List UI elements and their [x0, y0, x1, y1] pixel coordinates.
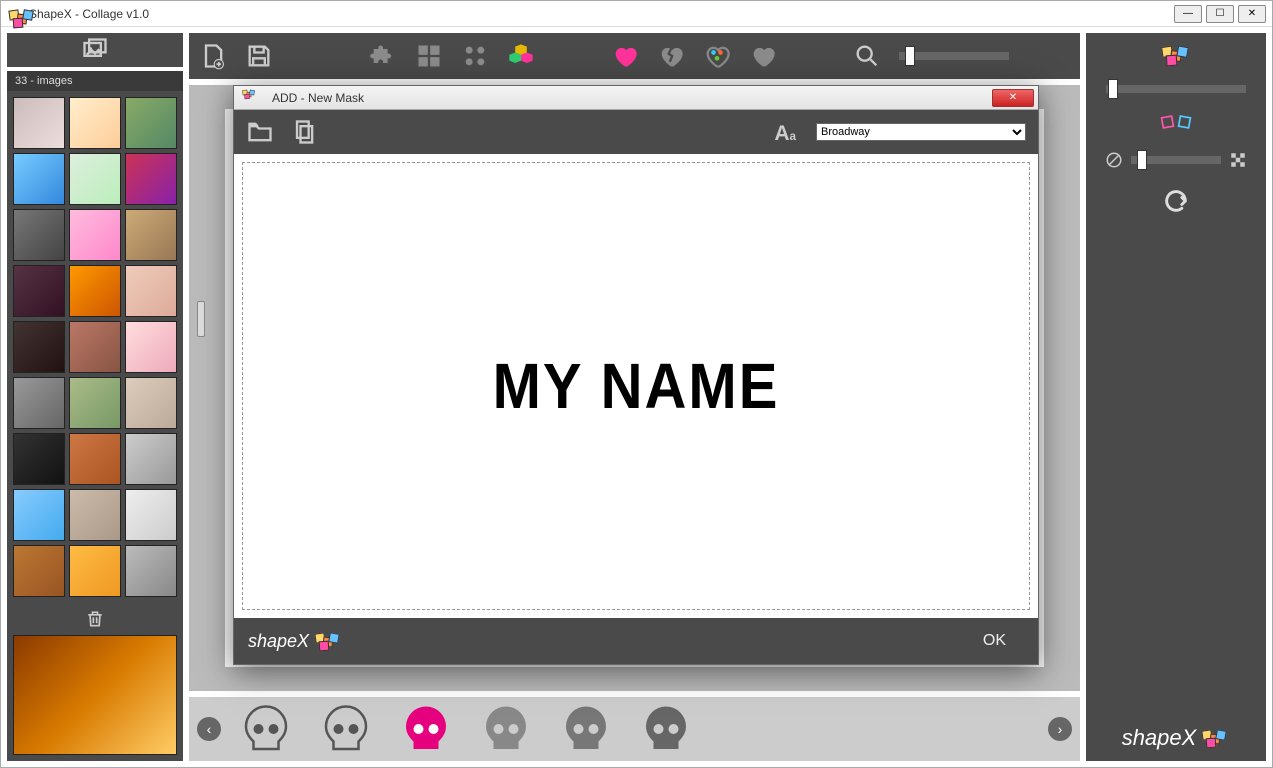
dialog-title: ADD - New Mask [272, 91, 992, 105]
thumbnail[interactable] [13, 377, 65, 429]
skull-shape[interactable] [231, 699, 301, 759]
brand-text: shapeX [1122, 725, 1197, 751]
size-slider[interactable] [1106, 85, 1246, 93]
skull-shape[interactable] [631, 699, 701, 759]
brand-label: shapeX [1122, 725, 1231, 751]
skull-shape-pink[interactable] [391, 699, 461, 759]
close-button[interactable]: ✕ [1238, 5, 1266, 23]
brand-text: shapeX [248, 631, 309, 652]
thumbnail-grid [7, 91, 183, 603]
thumbnail[interactable] [13, 433, 65, 485]
puzzle-icon[interactable] [369, 42, 397, 70]
dialog-titlebar[interactable]: ADD - New Mask ✕ [234, 86, 1038, 110]
brand-logo-icon [1200, 726, 1230, 750]
dialog-logo-icon [242, 88, 257, 100]
app-logo-icon [7, 6, 23, 22]
thumbnail[interactable] [125, 377, 177, 429]
gallery-toolbar [7, 33, 183, 67]
thumbnail[interactable] [125, 545, 177, 597]
thumbnail[interactable] [69, 489, 121, 541]
dots-icon[interactable] [461, 42, 489, 70]
checker-icon [1229, 151, 1247, 169]
heart-solid-icon[interactable] [749, 42, 777, 70]
thumbnail[interactable] [69, 321, 121, 373]
save-icon[interactable] [245, 42, 273, 70]
main-toolbar [189, 33, 1080, 79]
thumbnail[interactable] [13, 545, 65, 597]
text-size-icon[interactable]: Aa [772, 118, 800, 146]
dialog-toolbar: Aa Broadway [234, 110, 1038, 154]
heart-broken-icon[interactable] [657, 42, 685, 70]
dialog-brand: shapeX [248, 629, 343, 653]
brand-logo-icon [313, 629, 343, 653]
thumbnail[interactable] [125, 153, 177, 205]
shuffle-shapes-icon[interactable] [1160, 42, 1193, 68]
thumbnail[interactable] [69, 97, 121, 149]
images-panel: 33 - images [7, 71, 183, 761]
mask-preview-canvas[interactable]: MY NAME [242, 162, 1030, 610]
thumbnail[interactable] [125, 265, 177, 317]
mask-text: MY NAME [493, 349, 780, 423]
dialog-close-button[interactable]: ✕ [992, 89, 1034, 107]
svg-text:A: A [774, 122, 789, 145]
shape-strip: ‹ › [189, 697, 1080, 761]
titlebar: ShapeX - Collage v1.0 — ☐ ✕ [1, 1, 1272, 27]
paste-icon[interactable] [290, 118, 318, 146]
thumbnail[interactable] [69, 377, 121, 429]
thumbnail[interactable] [13, 209, 65, 261]
thumbnail[interactable] [69, 209, 121, 261]
rotate-shapes-icon[interactable] [1159, 111, 1193, 133]
images-count-label: 33 - images [7, 71, 183, 91]
skull-shape[interactable] [471, 699, 541, 759]
thumbnail[interactable] [125, 321, 177, 373]
add-file-icon[interactable] [199, 42, 227, 70]
thumbnail[interactable] [13, 153, 65, 205]
thumbnail[interactable] [13, 489, 65, 541]
search-icon[interactable] [853, 42, 881, 70]
thumbnail[interactable] [69, 265, 121, 317]
zoom-slider[interactable] [899, 52, 1009, 60]
hex-color-icon[interactable] [507, 42, 535, 70]
font-select[interactable]: Broadway [816, 123, 1026, 141]
window-title: ShapeX - Collage v1.0 [29, 7, 1174, 21]
svg-text:a: a [790, 130, 797, 143]
maximize-button[interactable]: ☐ [1206, 5, 1234, 23]
main-window: ShapeX - Collage v1.0 — ☐ ✕ 33 - images [0, 0, 1273, 768]
thumbnail[interactable] [125, 209, 177, 261]
right-panel: shapeX [1086, 33, 1266, 761]
undo-icon[interactable] [1162, 187, 1190, 215]
minimize-button[interactable]: — [1174, 5, 1202, 23]
thumbnail[interactable] [69, 153, 121, 205]
dialog-footer: shapeX OK [234, 618, 1038, 664]
no-fill-icon [1105, 151, 1123, 169]
thumbnail[interactable] [125, 433, 177, 485]
thumbnail[interactable] [13, 97, 65, 149]
skull-shape[interactable] [311, 699, 381, 759]
preview-image[interactable] [13, 635, 177, 755]
thumbnail[interactable] [125, 97, 177, 149]
gallery-icon[interactable] [81, 36, 109, 64]
thumbnail[interactable] [125, 489, 177, 541]
opacity-slider[interactable] [1131, 156, 1221, 164]
thumbnail[interactable] [69, 545, 121, 597]
heart-color-icon[interactable] [703, 42, 731, 70]
trash-icon[interactable] [85, 609, 105, 629]
prev-shapes-button[interactable]: ‹ [197, 717, 221, 741]
skull-shape[interactable] [551, 699, 621, 759]
thumbnail[interactable] [13, 321, 65, 373]
heart-fill-icon[interactable] [611, 42, 639, 70]
pane-resize-handle[interactable] [197, 301, 205, 337]
thumbnail[interactable] [69, 433, 121, 485]
add-mask-dialog: ADD - New Mask ✕ Aa Broadway MY NAME sha… [233, 85, 1039, 665]
ok-button[interactable]: OK [965, 626, 1024, 656]
thumbnail[interactable] [13, 265, 65, 317]
next-shapes-button[interactable]: › [1048, 717, 1072, 741]
open-folder-icon[interactable] [246, 118, 274, 146]
grid-icon[interactable] [415, 42, 443, 70]
